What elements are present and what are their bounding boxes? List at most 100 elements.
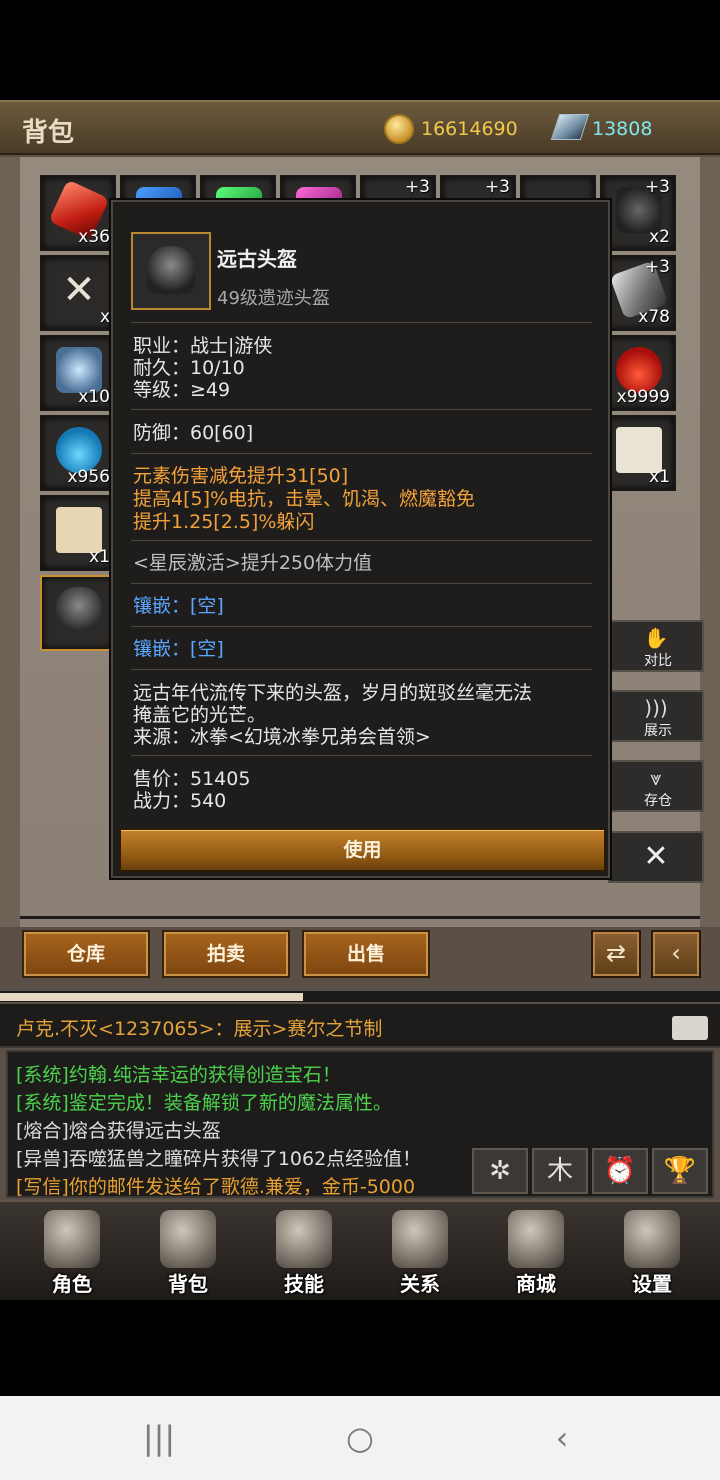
item-tooltip: 远古头盔 49级遗迹头盔 职业：战士|游侠 耐久：10/10 等级：≥49 防御… bbox=[111, 200, 610, 878]
chat-line: [异兽]吞噬猛兽之瞳碎片获得了1062点经验值！ bbox=[16, 1148, 422, 1170]
home-button[interactable]: ○ bbox=[340, 1418, 380, 1458]
tree-icon: 木 bbox=[546, 1156, 573, 1186]
item-source: 来源：冰拳<幻境冰拳兄弟会首领> bbox=[133, 726, 431, 748]
item-count: x10 bbox=[78, 387, 110, 407]
collapse-button[interactable]: ‹ bbox=[651, 930, 701, 978]
item-count: x9999 bbox=[616, 387, 670, 407]
item-description: 掩盖它的光芒。 bbox=[133, 704, 267, 726]
store-label: 存仓 bbox=[644, 793, 672, 809]
divider bbox=[20, 916, 700, 919]
divider bbox=[131, 669, 592, 670]
item-description: 远古年代流传下来的头盔，岁月的斑驳丝毫无法 bbox=[133, 682, 533, 704]
inventory-slot[interactable]: x36 bbox=[40, 175, 116, 251]
inventory-slot[interactable]: x9999 bbox=[600, 335, 676, 411]
ancient-helmet-icon bbox=[147, 246, 195, 294]
compass-button[interactable]: ✲ bbox=[472, 1148, 528, 1194]
item-defense: 防御：60[60] bbox=[133, 422, 254, 444]
nav-shop[interactable]: 商城 bbox=[478, 1202, 594, 1300]
sort-button[interactable]: ⇄ bbox=[591, 930, 641, 978]
item-count: x1 bbox=[89, 547, 110, 567]
item-count: x956 bbox=[67, 467, 110, 487]
chevron-left-icon: ‹ bbox=[671, 939, 681, 967]
nav-relation[interactable]: 关系 bbox=[362, 1202, 478, 1300]
bottom-nav: 角色 背包 技能 关系 商城 设置 bbox=[0, 1200, 720, 1300]
item-name: 远古头盔 bbox=[217, 247, 297, 271]
alarm-button[interactable]: ⏰ bbox=[592, 1148, 648, 1194]
auction-button[interactable]: 拍卖 bbox=[162, 930, 290, 978]
nav-label: 技能 bbox=[284, 1272, 324, 1296]
item-star-bonus: <星辰激活>提升250体力值 bbox=[133, 552, 373, 574]
divider bbox=[131, 322, 592, 323]
nav-label: 设置 bbox=[632, 1272, 672, 1296]
recents-button[interactable]: ||| bbox=[139, 1418, 179, 1458]
warehouse-button[interactable]: 仓库 bbox=[22, 930, 150, 978]
item-level: 等级：≥49 bbox=[133, 379, 231, 401]
item-price: 售价：51405 bbox=[133, 768, 251, 790]
trophy-button[interactable]: 🏆 bbox=[652, 1148, 708, 1194]
item-count: x2 bbox=[649, 227, 670, 247]
message-icon[interactable] bbox=[672, 1016, 708, 1040]
compare-button[interactable]: ✋ 对比 bbox=[608, 620, 704, 672]
android-nav-bar: ||| ○ ‹ bbox=[0, 1396, 720, 1480]
sell-button[interactable]: 出售 bbox=[302, 930, 430, 978]
treasure-chest-icon bbox=[508, 1210, 564, 1268]
divider bbox=[131, 409, 592, 410]
nav-label: 关系 bbox=[400, 1272, 440, 1296]
item-socket: 镶嵌：[空] bbox=[133, 595, 224, 617]
tree-button[interactable]: 木 bbox=[532, 1148, 588, 1194]
game-screen: 背包 16614690 13808 x36 +3 +3 +3 x2 ✕ x +3… bbox=[0, 100, 720, 1300]
upgrade-level: +3 bbox=[644, 177, 670, 197]
page-title: 背包 bbox=[22, 118, 75, 148]
chat-line: [系统]鉴定完成！装备解锁了新的魔法属性。 bbox=[16, 1092, 392, 1114]
diamond-amount: 13808 bbox=[592, 118, 653, 140]
broadcast-icon: ))) bbox=[644, 696, 668, 720]
chat-header[interactable]: 卢克.不灭<1237065>：展示>赛尔之节制 bbox=[0, 1004, 720, 1048]
item-count: x78 bbox=[638, 307, 670, 327]
store-down-icon: ⩔ bbox=[650, 766, 662, 790]
item-bonus: 元素伤害减免提升31[50] bbox=[133, 465, 349, 487]
sort-icon: ⇄ bbox=[605, 939, 627, 967]
trophy-icon: 🏆 bbox=[663, 1156, 697, 1186]
item-subtitle: 49级遗迹头盔 bbox=[217, 288, 330, 309]
inventory-slot[interactable]: ✕ x bbox=[40, 255, 116, 331]
skill-book-icon bbox=[276, 1210, 332, 1268]
gold-amount: 16614690 bbox=[421, 118, 518, 140]
inventory-slot[interactable]: x1 bbox=[600, 415, 676, 491]
nav-label: 角色 bbox=[52, 1272, 92, 1296]
item-count: x1 bbox=[649, 467, 670, 487]
item-bonus: 提升1.25[2.5]%躲闪 bbox=[133, 511, 315, 533]
inventory-slot[interactable]: +3 x2 bbox=[600, 175, 676, 251]
upgrade-level: +3 bbox=[404, 177, 430, 197]
inventory-slot[interactable]: x10 bbox=[40, 335, 116, 411]
nav-settings[interactable]: 设置 bbox=[594, 1202, 710, 1300]
item-count: x bbox=[99, 307, 110, 327]
gold-coin-icon bbox=[384, 114, 414, 144]
inventory-slot-selected[interactable] bbox=[40, 575, 116, 651]
store-button[interactable]: ⩔ 存仓 bbox=[608, 760, 704, 812]
item-icon-frame bbox=[131, 232, 211, 310]
nav-bag[interactable]: 背包 bbox=[130, 1202, 246, 1300]
chat-latest-message: 卢克.不灭<1237065>：展示>赛尔之节制 bbox=[16, 1018, 383, 1040]
helmet-icon bbox=[44, 1210, 100, 1268]
show-label: 展示 bbox=[644, 723, 672, 739]
chat-line: [系统]约翰.纯洁幸运的获得创造宝石！ bbox=[16, 1064, 341, 1086]
inventory-slot[interactable]: x956 bbox=[40, 415, 116, 491]
upgrade-level: +3 bbox=[644, 257, 670, 277]
item-socket: 镶嵌：[空] bbox=[133, 638, 224, 660]
close-button[interactable]: ✕ bbox=[608, 831, 704, 883]
handshake-icon bbox=[392, 1210, 448, 1268]
show-button[interactable]: ))) 展示 bbox=[608, 690, 704, 742]
backpack-icon bbox=[160, 1210, 216, 1268]
divider bbox=[131, 626, 592, 627]
use-button[interactable]: 使用 bbox=[119, 828, 606, 872]
item-job: 职业：战士|游侠 bbox=[133, 335, 273, 357]
divider bbox=[131, 583, 592, 584]
back-button[interactable]: ‹ bbox=[542, 1418, 582, 1458]
exp-progress-fill bbox=[0, 993, 303, 1001]
nav-role[interactable]: 角色 bbox=[14, 1202, 130, 1300]
inventory-slot[interactable]: x1 bbox=[40, 495, 116, 571]
inventory-slot[interactable]: +3 x78 bbox=[600, 255, 676, 331]
nav-skill[interactable]: 技能 bbox=[246, 1202, 362, 1300]
top-bar: 背包 16614690 13808 bbox=[0, 100, 720, 155]
exp-progress-bar bbox=[0, 990, 720, 1002]
